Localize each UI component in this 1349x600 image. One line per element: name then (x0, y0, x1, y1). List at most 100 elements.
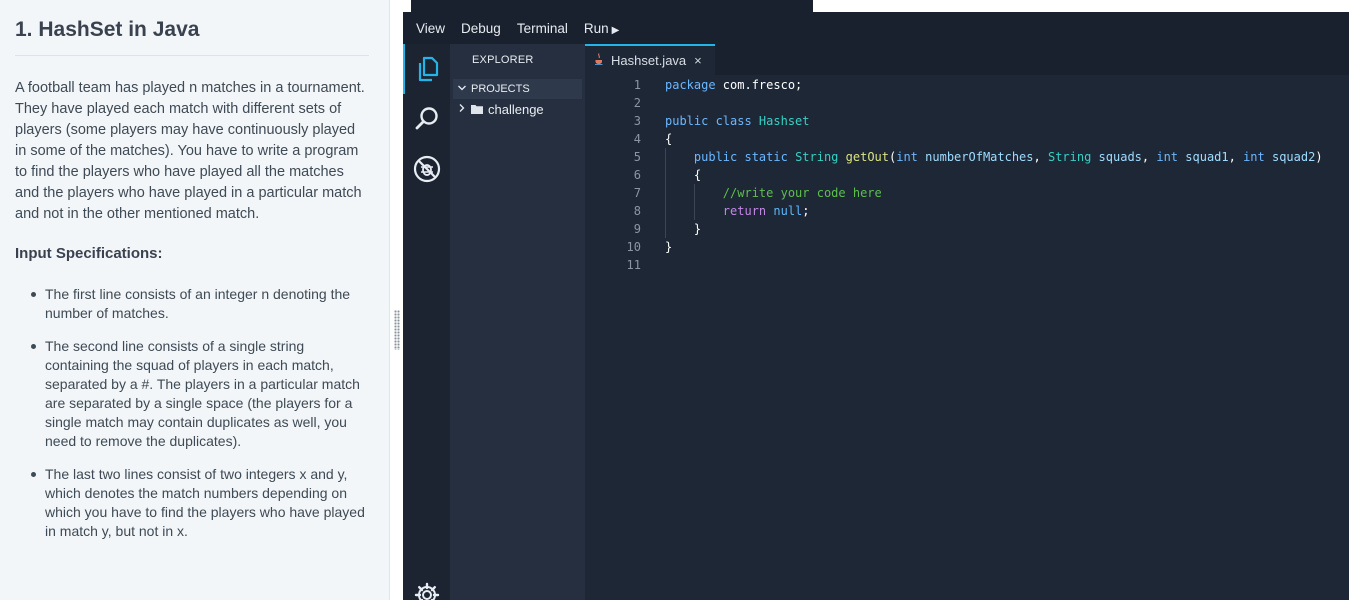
code-token: squad2 (1271, 150, 1316, 164)
menu-debug[interactable]: Debug (461, 21, 501, 36)
code-token: com.fresco; (715, 78, 803, 92)
input-spec-list: The first line consists of an integer n … (15, 285, 369, 541)
code-line[interactable]: 4{ (585, 130, 1349, 148)
code-token: ) (1315, 150, 1323, 164)
problem-description: A football team has played n matches in … (15, 80, 365, 222)
debug-button[interactable] (403, 144, 450, 194)
code-line[interactable]: 5 public static String getOut(int number… (585, 148, 1349, 166)
play-icon: ▶ (611, 24, 620, 36)
folder-label: challenge (488, 102, 544, 117)
search-icon (415, 107, 438, 130)
code-text: { (665, 166, 701, 184)
code-line[interactable]: 1 package com.fresco; (585, 76, 1349, 94)
code-editor: Hashset.java × 1 package com.fresco; 2 3 pub… (585, 44, 1349, 600)
code-text: public static String getOut(int numberOf… (665, 148, 1323, 166)
code-token: public static (693, 150, 796, 164)
drag-handle-icon[interactable] (394, 310, 400, 350)
code-token: , (1141, 150, 1157, 164)
code-line[interactable]: 9 } (585, 220, 1349, 238)
code-text: public class Hashset (665, 112, 810, 130)
code-text: return null; (665, 202, 810, 220)
line-number: 3 (633, 114, 641, 128)
menu-bar: View Debug Terminal Run ▶ (403, 12, 1349, 44)
menu-terminal[interactable]: Terminal (517, 21, 568, 36)
code-token: String (795, 150, 846, 164)
code-token: ; (802, 204, 810, 218)
problem-panel: 1. HashSet in Java A football team has p… (0, 0, 390, 600)
code-token: , (1033, 150, 1048, 164)
chevron-down-icon (453, 83, 471, 96)
explorer-sidebar: EXPLORER PROJECTS challenge (450, 44, 585, 600)
code-token: //write your code here (722, 186, 882, 200)
menu-run[interactable]: Run ▶ (584, 21, 619, 36)
chevron-right-icon (457, 103, 471, 116)
code-token: return (722, 204, 774, 218)
activity-bar (403, 44, 450, 600)
line-number: 2 (633, 96, 641, 110)
ide-top-tab (411, 0, 813, 12)
code-token: squad1 (1185, 150, 1229, 164)
code-text: } (665, 220, 701, 238)
code-line[interactable]: 10} (585, 238, 1349, 256)
code-token: Hashset (758, 114, 810, 128)
code-token: { (665, 132, 673, 146)
explorer-button[interactable] (403, 44, 450, 94)
code-text: } (665, 238, 672, 256)
line-number: 1 (633, 78, 641, 92)
folder-item-challenge[interactable]: challenge (457, 102, 544, 117)
line-number: 7 (633, 186, 641, 200)
settings-button[interactable] (403, 570, 450, 600)
code-line[interactable]: 7 //write your code here (585, 184, 1349, 202)
explorer-title: EXPLORER (472, 54, 534, 66)
code-line[interactable]: 3 public class Hashset (585, 112, 1349, 130)
menu-view[interactable]: View (416, 21, 445, 36)
code-token: int (1156, 150, 1186, 164)
code-text: //write your code here (665, 184, 882, 202)
code-token: } (665, 222, 702, 236)
projects-section-label: PROJECTS (471, 83, 530, 95)
code-token: } (665, 240, 673, 254)
code-token: squads (1098, 150, 1142, 164)
code-line[interactable]: 2 (585, 94, 1349, 112)
code-token: numberOfMatches (925, 150, 1034, 164)
code-area[interactable]: 1 package com.fresco; 2 3 public class Hashs… (585, 75, 1349, 600)
ide: View Debug Terminal Run ▶ EXPLORER PROJE… (403, 0, 1349, 600)
close-icon[interactable]: × (694, 53, 702, 68)
code-line[interactable]: 6 { (585, 166, 1349, 184)
input-spec-heading: Input Specifications: (15, 245, 163, 262)
editor-tab-bar: Hashset.java × (585, 44, 1349, 75)
search-button[interactable] (403, 94, 450, 144)
menu-run-label: Run (583, 20, 609, 36)
gear-icon (414, 582, 439, 600)
code-token: { (665, 168, 702, 182)
line-number: 8 (633, 204, 641, 218)
panel-splitter[interactable] (391, 0, 403, 600)
code-line[interactable]: 11 (585, 256, 1349, 274)
tab-filename: Hashset.java (611, 53, 687, 68)
line-number: 4 (633, 132, 641, 146)
spec-item: The first line consists of an integer n … (27, 285, 369, 323)
line-number: 6 (633, 168, 641, 182)
ide-top-strip (403, 0, 1349, 12)
code-token: int (1243, 150, 1272, 164)
code-line[interactable]: 8 return null; (585, 202, 1349, 220)
line-number: 11 (626, 258, 641, 272)
folder-icon (471, 102, 485, 117)
code-token: String (1047, 150, 1099, 164)
code-token: public class (665, 114, 759, 128)
line-number: 5 (633, 150, 641, 164)
line-number: 9 (633, 222, 641, 236)
explorer-icon (418, 56, 438, 82)
code-text: { (665, 130, 672, 148)
spec-item: The last two lines consist of two intege… (27, 465, 369, 541)
problem-title: 1. HashSet in Java (15, 16, 369, 56)
projects-section-header[interactable]: PROJECTS (453, 79, 582, 99)
debug-icon (413, 155, 440, 183)
editor-tab-hashset[interactable]: Hashset.java × (585, 44, 715, 75)
code-text: package com.fresco; (665, 76, 802, 94)
code-token: getOut (845, 150, 889, 164)
indent-guide (694, 184, 695, 220)
line-number: 10 (626, 240, 641, 254)
java-icon (594, 53, 606, 68)
